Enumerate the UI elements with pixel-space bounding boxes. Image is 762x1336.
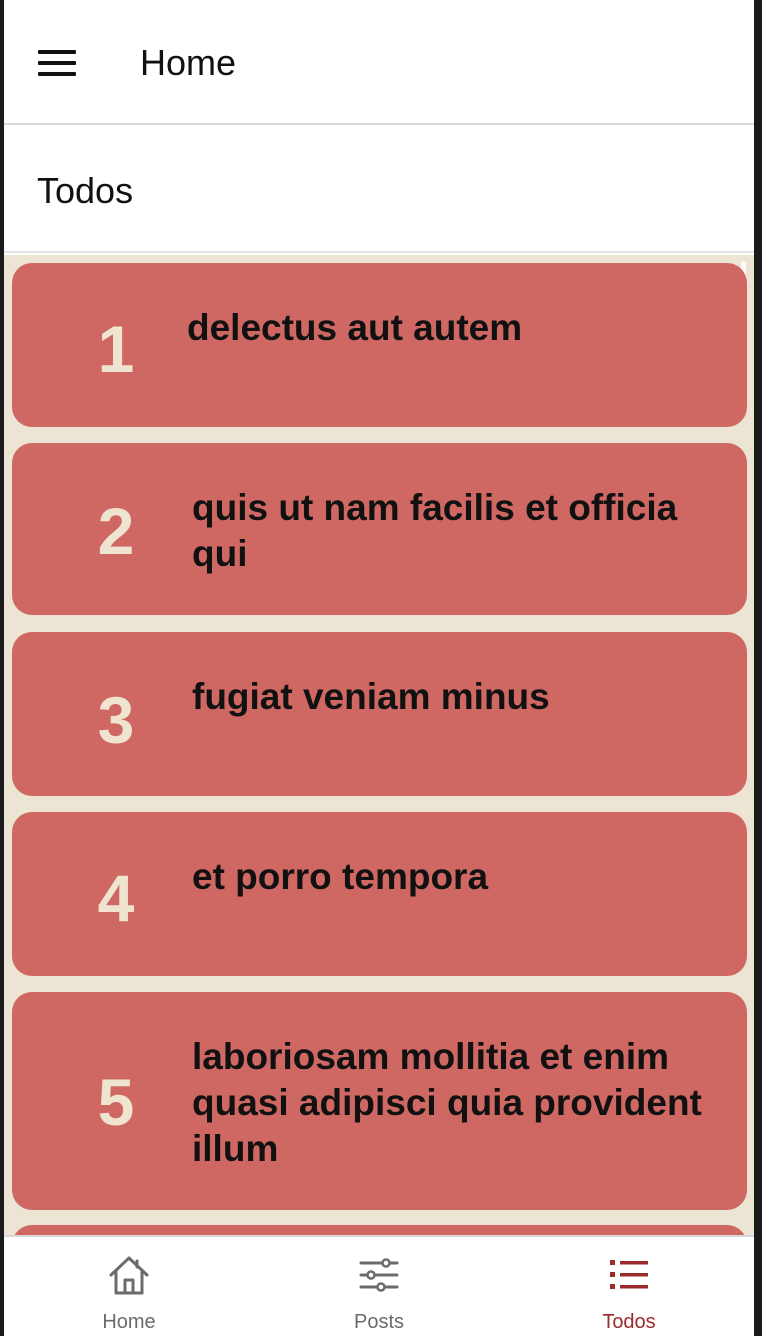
tab-home[interactable]: Home — [4, 1237, 254, 1336]
tab-home-label: Home — [102, 1311, 156, 1333]
todo-title: et porro tempora — [192, 856, 489, 897]
app-screen: Home Todos 1 delectus aut autem 2 quis u… — [4, 0, 754, 1336]
screen-title: Todos — [37, 170, 134, 211]
todo-card[interactable]: 5 laboriosam mollitia et enim quasi adip… — [12, 992, 747, 1210]
todo-title: laboriosam mollitia et enim quasi adipis… — [192, 1036, 702, 1169]
todo-card[interactable] — [12, 1225, 747, 1235]
todo-number: 2 — [97, 494, 135, 568]
list-icon — [610, 1260, 648, 1289]
todo-title: delectus aut autem — [187, 307, 523, 348]
header-title: Home — [140, 42, 237, 83]
todo-number: 3 — [97, 683, 135, 757]
hamburger-menu-icon[interactable] — [38, 50, 76, 76]
todo-number: 4 — [97, 861, 135, 935]
todo-card[interactable]: 1 delectus aut autem — [12, 263, 747, 427]
todo-card[interactable]: 2 quis ut nam facilis et officia qui — [12, 443, 747, 615]
todo-list[interactable]: 1 delectus aut autem 2 quis ut nam facil… — [4, 255, 754, 1235]
tab-todos-label: Todos — [602, 1311, 656, 1333]
tab-posts-label: Posts — [353, 1311, 405, 1333]
todo-title: fugiat veniam minus — [192, 676, 550, 717]
screen-header: Todos — [4, 127, 754, 253]
tab-todos[interactable]: Todos — [504, 1237, 754, 1336]
bottom-tab-bar: Home Posts Todos — [4, 1235, 754, 1336]
todo-number: 5 — [97, 1065, 135, 1139]
tab-posts[interactable]: Posts — [254, 1237, 504, 1336]
todo-card[interactable]: 4 et porro tempora — [12, 812, 747, 976]
todo-number: 1 — [97, 312, 135, 386]
todo-card[interactable]: 3 fugiat veniam minus — [12, 632, 747, 796]
home-icon — [109, 1256, 149, 1295]
todo-title: quis ut nam facilis et officia qui — [192, 487, 678, 574]
app-header: Home — [4, 0, 754, 125]
sliders-icon — [359, 1258, 399, 1292]
